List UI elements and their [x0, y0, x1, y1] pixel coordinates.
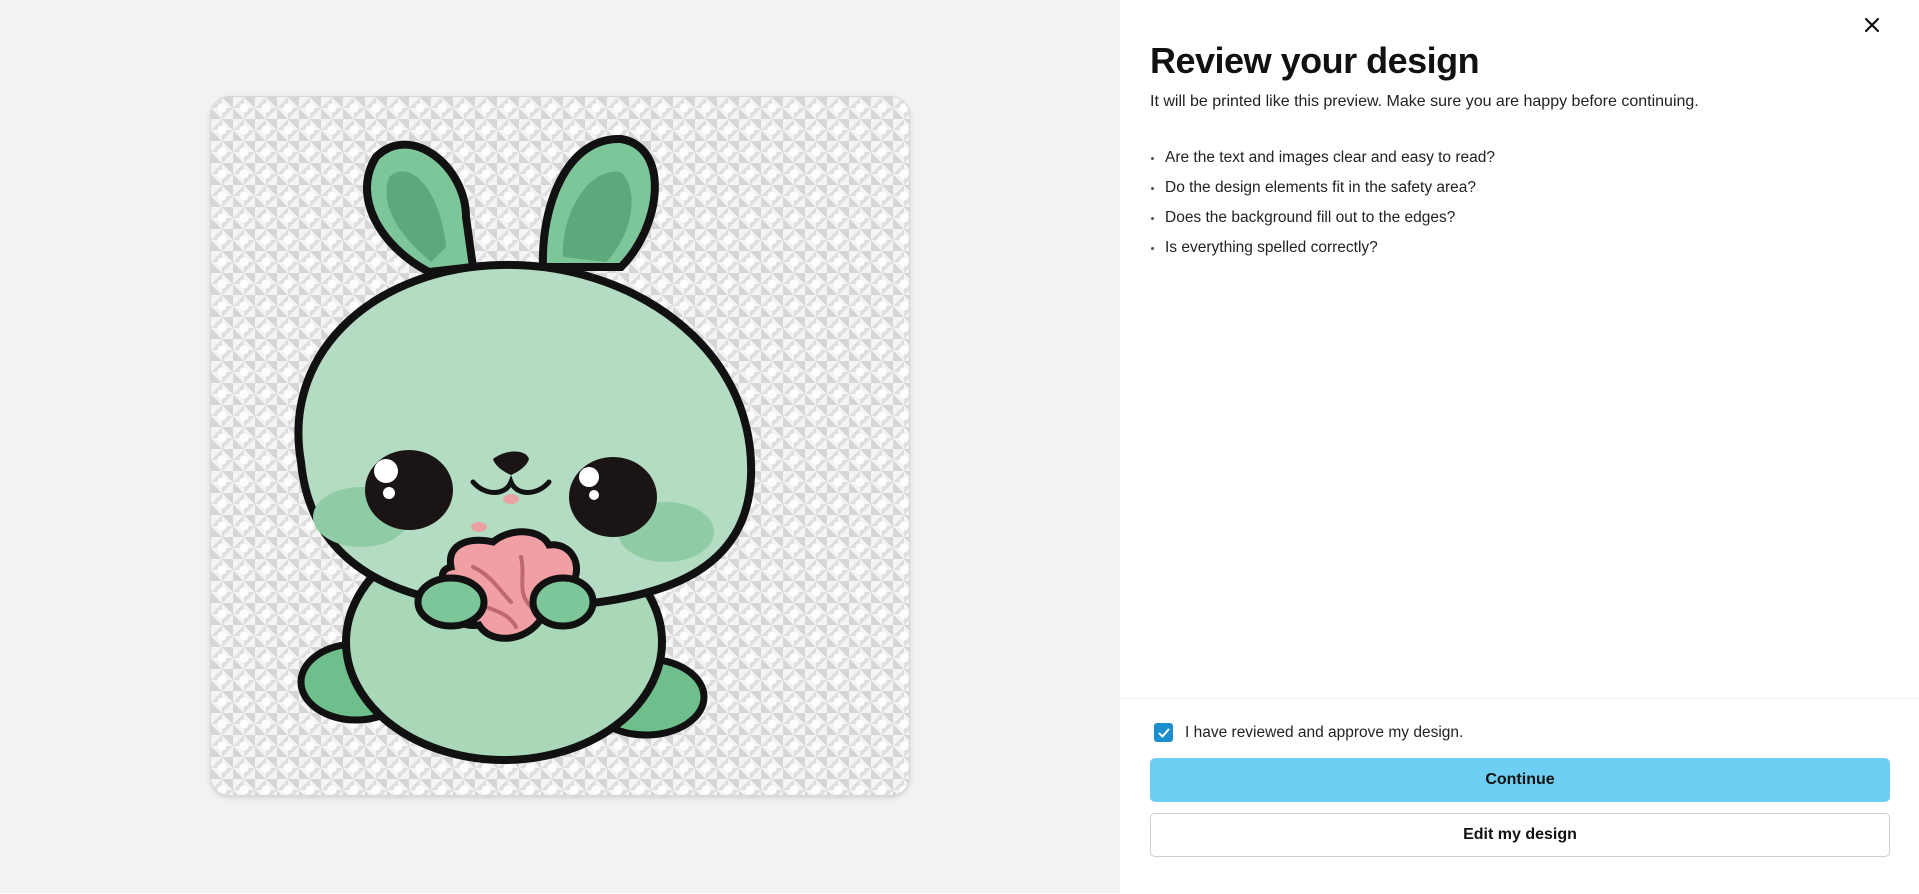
page-subtitle: It will be printed like this preview. Ma… — [1150, 93, 1699, 110]
review-panel: Review your design It will be printed li… — [1120, 0, 1919, 893]
checklist-item: Does the background fill out to the edge… — [1150, 203, 1495, 233]
page-title: Review your design — [1150, 40, 1480, 81]
review-checklist: Are the text and images clear and easy t… — [1150, 143, 1495, 263]
approve-checkbox[interactable] — [1154, 723, 1173, 742]
design-preview — [211, 97, 909, 795]
approve-checkbox-row[interactable]: I have reviewed and approve my design. — [1154, 723, 1463, 742]
approve-label: I have reviewed and approve my design. — [1185, 723, 1464, 741]
close-button[interactable] — [1859, 12, 1885, 38]
checklist-item: Is everything spelled correctly? — [1150, 233, 1495, 263]
panel-footer: I have reviewed and approve my design. C… — [1120, 698, 1919, 894]
close-icon — [1864, 17, 1880, 33]
preview-area — [0, 0, 1120, 893]
checkmark-icon — [1158, 728, 1169, 737]
continue-button[interactable]: Continue — [1150, 758, 1890, 802]
bunny-illustration — [294, 134, 756, 764]
edit-design-button[interactable]: Edit my design — [1150, 813, 1890, 857]
checklist-item: Are the text and images clear and easy t… — [1150, 143, 1495, 173]
checklist-item: Do the design elements fit in the safety… — [1150, 173, 1495, 203]
